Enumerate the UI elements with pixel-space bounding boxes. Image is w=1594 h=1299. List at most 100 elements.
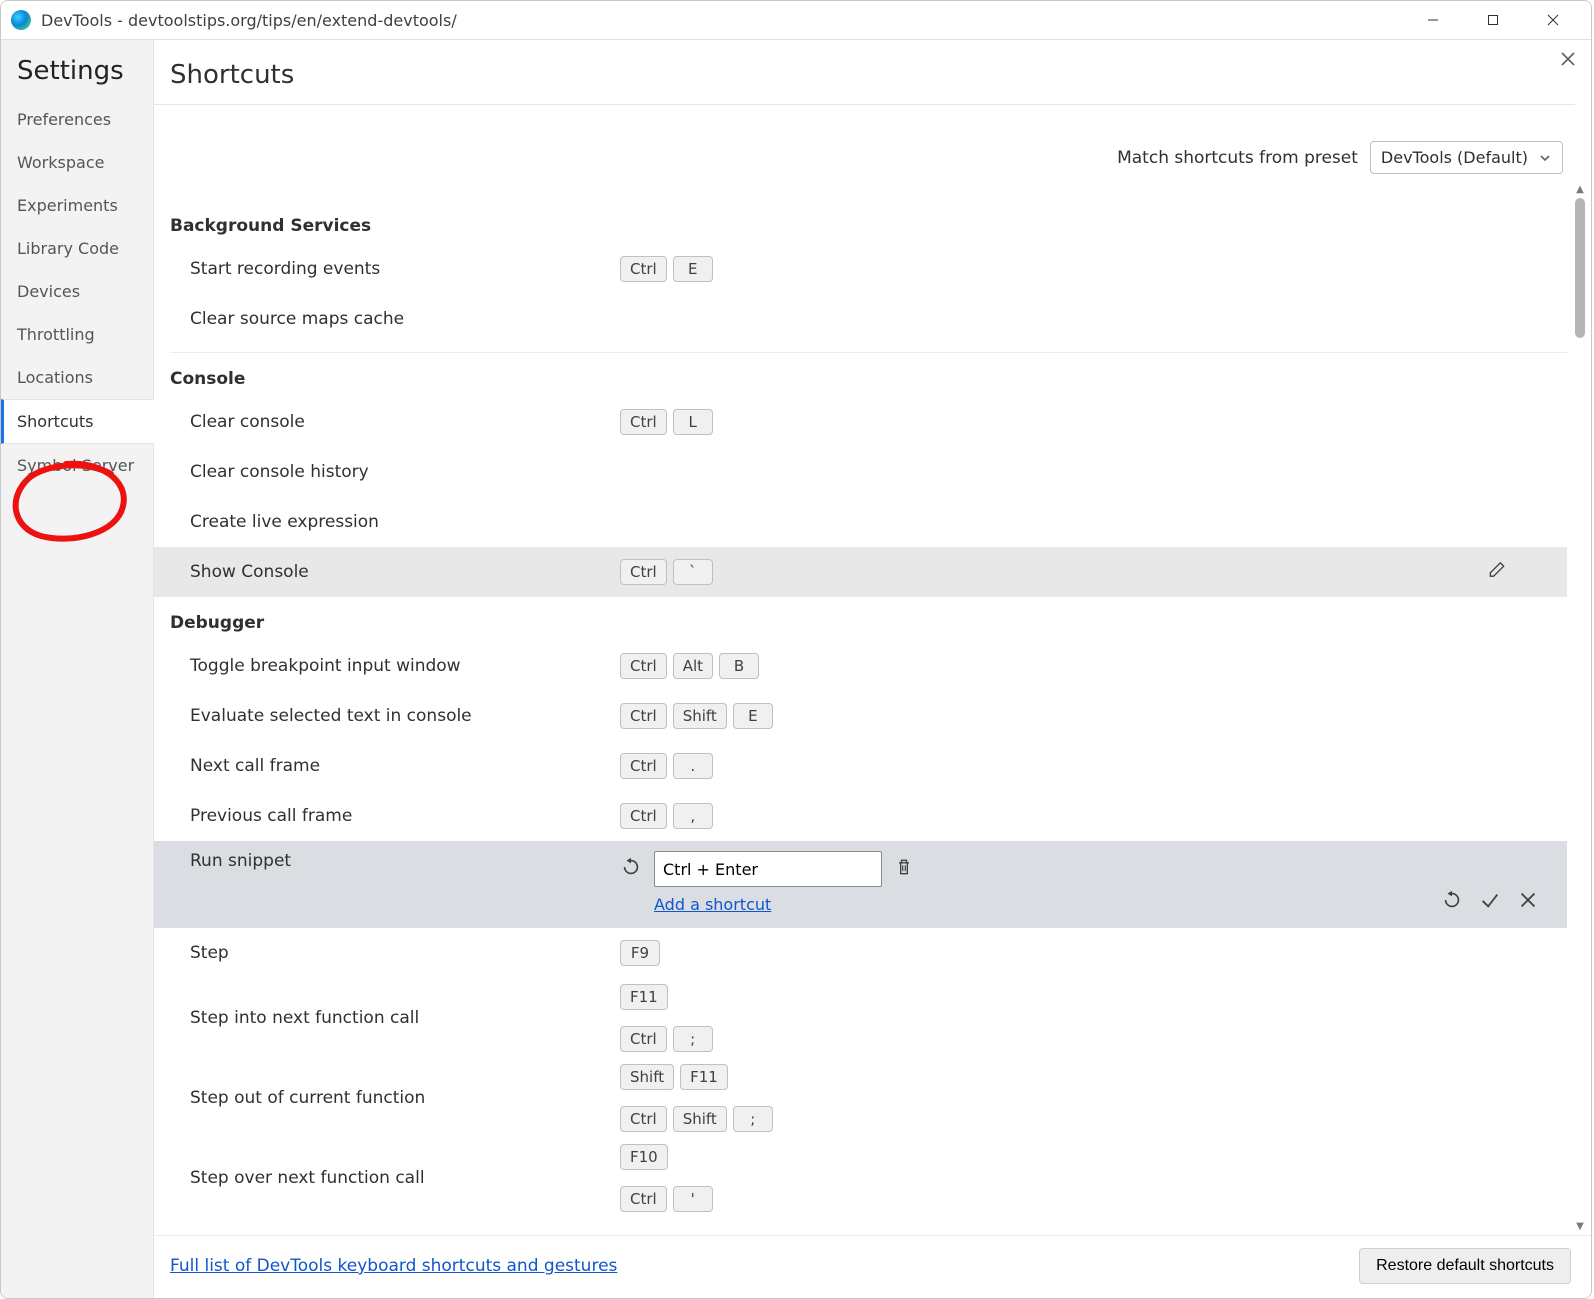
key-shift: Shift xyxy=(673,1106,727,1132)
shortcut-keys: CtrlAltB xyxy=(620,653,759,679)
shortcut-label: Create live expression xyxy=(190,512,620,532)
shortcut-label: Clear source maps cache xyxy=(190,309,620,329)
shortcut-keys: ShiftF11CtrlShift; xyxy=(620,1064,893,1132)
scroll-down-arrow[interactable]: ▼ xyxy=(1576,1219,1584,1235)
shortcut-row[interactable]: Step out of current function Shift F11 Ctrl… xyxy=(154,1058,1567,1138)
key-`: ` xyxy=(673,559,713,585)
key-e: E xyxy=(733,703,773,729)
sidebar-item-devices[interactable]: Devices xyxy=(1,270,153,313)
shortcut-row[interactable]: Clear consoleCtrlL xyxy=(154,397,1567,447)
preset-select[interactable]: DevTools (Default) xyxy=(1370,141,1563,174)
shortcut-row[interactable]: Clear source maps cache xyxy=(154,294,1567,344)
shortcut-keys: F10Ctrl' xyxy=(620,1144,772,1212)
key-f10: F10 xyxy=(620,1144,668,1170)
shortcut-label: Step out of current function xyxy=(190,1088,620,1108)
sidebar-item-symbol-server[interactable]: Symbol Server xyxy=(1,444,153,487)
shortcut-row[interactable]: Step over next function callF10Ctrl' xyxy=(154,1138,1567,1218)
undo-edit-icon[interactable] xyxy=(1441,889,1463,916)
window-minimize-button[interactable] xyxy=(1403,1,1463,39)
key-ctrl: Ctrl xyxy=(620,653,667,679)
shortcut-label: Run snippet xyxy=(190,851,620,871)
shortcut-row[interactable]: StepF9 xyxy=(154,928,1567,978)
shortcut-label: Show Console xyxy=(190,562,620,582)
preset-label: Match shortcuts from preset xyxy=(1117,148,1358,168)
shortcut-label: Clear console history xyxy=(190,462,620,482)
shortcut-row[interactable]: Evaluate selected text in consoleCtrlShi… xyxy=(154,691,1567,741)
cancel-edit-icon[interactable] xyxy=(1517,889,1539,916)
shortcut-keys: CtrlShiftE xyxy=(620,703,773,729)
shortcut-row[interactable]: Clear console history xyxy=(154,447,1567,497)
key-ctrl: Ctrl xyxy=(620,703,667,729)
shortcut-keys: Ctrl` xyxy=(620,559,713,585)
edit-shortcut-icon[interactable] xyxy=(1487,560,1507,585)
key-;: ; xyxy=(733,1106,773,1132)
close-settings-button[interactable] xyxy=(1559,50,1577,72)
shortcut-keys: Ctrl, xyxy=(620,803,713,829)
key-ctrl: Ctrl xyxy=(620,1106,667,1132)
shortcut-label: Previous call frame xyxy=(190,806,620,826)
shortcut-list: Background ServicesStart recording event… xyxy=(154,182,1591,1235)
category-heading: Background Services xyxy=(154,200,1567,244)
window-maximize-button[interactable] xyxy=(1463,1,1523,39)
key-ctrl: Ctrl xyxy=(620,753,667,779)
shortcut-row[interactable]: Step into next function callF11Ctrl; xyxy=(154,978,1567,1058)
sidebar-item-library-code[interactable]: Library Code xyxy=(1,227,153,270)
key-': ' xyxy=(673,1186,713,1212)
sidebar-item-throttling[interactable]: Throttling xyxy=(1,313,153,356)
sidebar-item-locations[interactable]: Locations xyxy=(1,356,153,399)
window-title: DevTools - devtoolstips.org/tips/en/exte… xyxy=(41,11,457,30)
key-b: B xyxy=(719,653,759,679)
shortcut-label: Next call frame xyxy=(190,756,620,776)
shortcut-row[interactable]: Toggle breakpoint input windowCtrlAltB xyxy=(154,641,1567,691)
key-ctrl: Ctrl xyxy=(620,803,667,829)
add-shortcut-link[interactable]: Add a shortcut xyxy=(654,895,914,914)
sidebar-item-preferences[interactable]: Preferences xyxy=(1,98,153,141)
settings-main: Shortcuts Match shortcuts from preset De… xyxy=(154,40,1591,1298)
shortcut-label: Step over next function call xyxy=(190,1168,620,1188)
delete-shortcut-icon[interactable] xyxy=(894,857,914,882)
shortcut-label: Step xyxy=(190,943,620,963)
key-alt: Alt xyxy=(673,653,713,679)
key-;: ; xyxy=(673,1026,713,1052)
key-ctrl: Ctrl xyxy=(620,1026,667,1052)
key-f11: F11 xyxy=(620,984,668,1010)
shortcut-row[interactable]: Previous call frameCtrl, xyxy=(154,791,1567,841)
edge-browser-icon xyxy=(11,10,31,30)
shortcut-label: Start recording events xyxy=(190,259,620,279)
shortcut-label: Evaluate selected text in console xyxy=(190,706,620,726)
shortcut-row[interactable]: Start recording eventsCtrlE xyxy=(154,244,1567,294)
key-.: . xyxy=(673,753,713,779)
shortcut-row[interactable]: Show ConsoleCtrl` xyxy=(154,547,1567,597)
key-ctrl: Ctrl xyxy=(620,256,667,282)
key-l: L xyxy=(673,409,713,435)
shortcut-row[interactable]: Run snippet Add a shortcut xyxy=(154,841,1567,928)
restore-defaults-button[interactable]: Restore default shortcuts xyxy=(1359,1248,1571,1284)
window-close-button[interactable] xyxy=(1523,1,1583,39)
shortcut-keys: F9 xyxy=(620,940,660,966)
shortcut-row[interactable]: Create live expression xyxy=(154,497,1567,547)
shortcut-keys: CtrlE xyxy=(620,256,713,282)
page-title: Shortcuts xyxy=(154,40,1575,105)
key-f9: F9 xyxy=(620,940,660,966)
key-,: , xyxy=(673,803,713,829)
shortcut-input[interactable] xyxy=(654,851,882,887)
scroll-thumb[interactable] xyxy=(1575,198,1585,338)
sidebar-item-experiments[interactable]: Experiments xyxy=(1,184,153,227)
scroll-up-arrow[interactable]: ▲ xyxy=(1576,182,1584,198)
devtools-window: DevTools - devtoolstips.org/tips/en/exte… xyxy=(0,0,1592,1299)
scrollbar[interactable]: ▲ ▼ xyxy=(1571,182,1589,1235)
category-heading: Console xyxy=(154,353,1567,397)
preset-select-value: DevTools (Default) xyxy=(1381,148,1528,167)
key-f11: F11 xyxy=(680,1064,728,1090)
revert-shortcut-icon[interactable] xyxy=(620,856,642,883)
sidebar-item-shortcuts[interactable]: Shortcuts xyxy=(1,399,154,444)
full-shortcut-list-link[interactable]: Full list of DevTools keyboard shortcuts… xyxy=(170,1256,617,1276)
settings-sidebar: Settings PreferencesWorkspaceExperiments… xyxy=(1,40,154,1298)
shortcut-row[interactable]: Next call frameCtrl. xyxy=(154,741,1567,791)
sidebar-item-workspace[interactable]: Workspace xyxy=(1,141,153,184)
confirm-edit-icon[interactable] xyxy=(1479,889,1501,916)
key-shift: Shift xyxy=(673,703,727,729)
key-e: E xyxy=(673,256,713,282)
chevron-down-icon xyxy=(1538,151,1552,165)
shortcut-label: Toggle breakpoint input window xyxy=(190,656,620,676)
